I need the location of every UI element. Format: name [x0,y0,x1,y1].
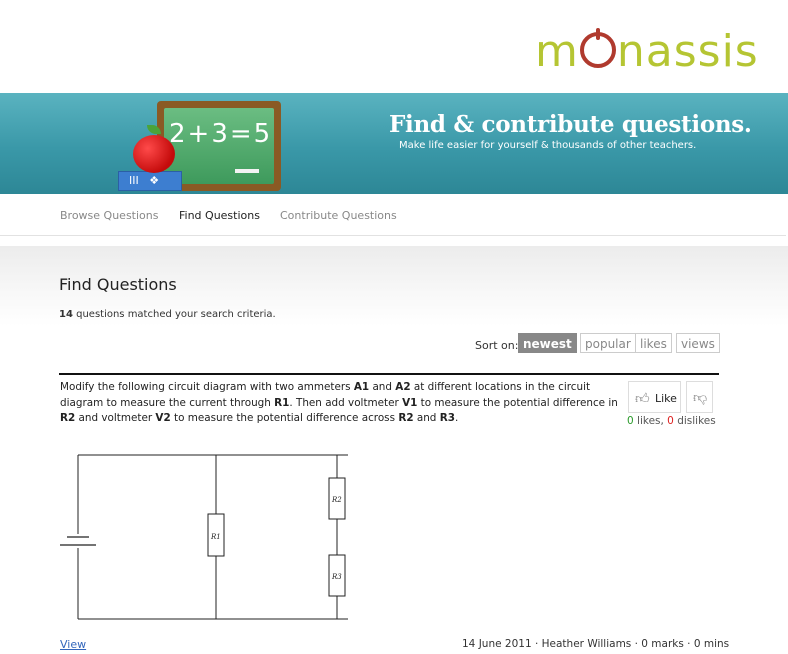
result-count-text: questions matched your search criteria. [72,309,276,320]
chalkboard-equation: 2+3=5 [169,119,273,149]
apple-image [133,125,175,173]
battery-icon [60,536,96,546]
divider [59,373,719,375]
books-image: III ❖ [118,171,182,191]
vote-counts: 0 likes, 0 dislikes [627,415,716,427]
nav-find-questions[interactable]: Find Questions [179,209,260,222]
sort-popular-button[interactable]: popular [580,333,636,353]
result-count-number: 14 [59,309,73,320]
hero-banner: 2+3=5 III ❖ Find & contribute questions.… [0,93,788,194]
dislikes-count: 0 [667,415,674,427]
logo-text-start: m [535,26,579,77]
thumbs-down-icon: 👎︎ [693,390,708,406]
question-text: Modify the following circuit diagram wit… [60,381,618,424]
banner-subtitle: Make life easier for yourself & thousand… [399,140,697,151]
sort-likes-button[interactable]: likes [635,333,672,353]
banner-title: Find & contribute questions. [389,111,752,138]
apple-power-icon [579,28,616,68]
nav-browse-questions[interactable]: Browse Questions [60,209,158,222]
r2-label: R2 [331,496,342,504]
nav-contribute-questions[interactable]: Contribute Questions [280,209,397,222]
question-meta: 14 June 2011 · Heather Williams · 0 mark… [462,638,730,650]
circuit-diagram: R1 R2 R3 [60,454,348,620]
result-count: 14 questions matched your search criteri… [59,309,276,320]
page-title: Find Questions [59,275,177,294]
view-question-link[interactable]: View [60,638,86,651]
r1-label: R1 [210,533,221,541]
thumbs-up-icon: 👍︎ [635,391,650,407]
likes-count: 0 [627,415,634,427]
dislike-button[interactable]: 👎︎ [686,381,713,413]
like-label: Like [655,392,677,405]
logo-text-end: nassis [616,26,759,77]
sort-label: Sort on: [475,339,519,352]
r3-label: R3 [331,573,342,581]
like-button[interactable]: 👍︎ Like [628,381,681,413]
header: m nassis [0,0,788,93]
sort-views-button[interactable]: views [676,333,720,353]
sort-newest-button[interactable]: newest [518,333,577,353]
monassis-logo[interactable]: m nassis [535,24,759,80]
main-nav: Browse Questions Find Questions Contribu… [0,195,786,236]
